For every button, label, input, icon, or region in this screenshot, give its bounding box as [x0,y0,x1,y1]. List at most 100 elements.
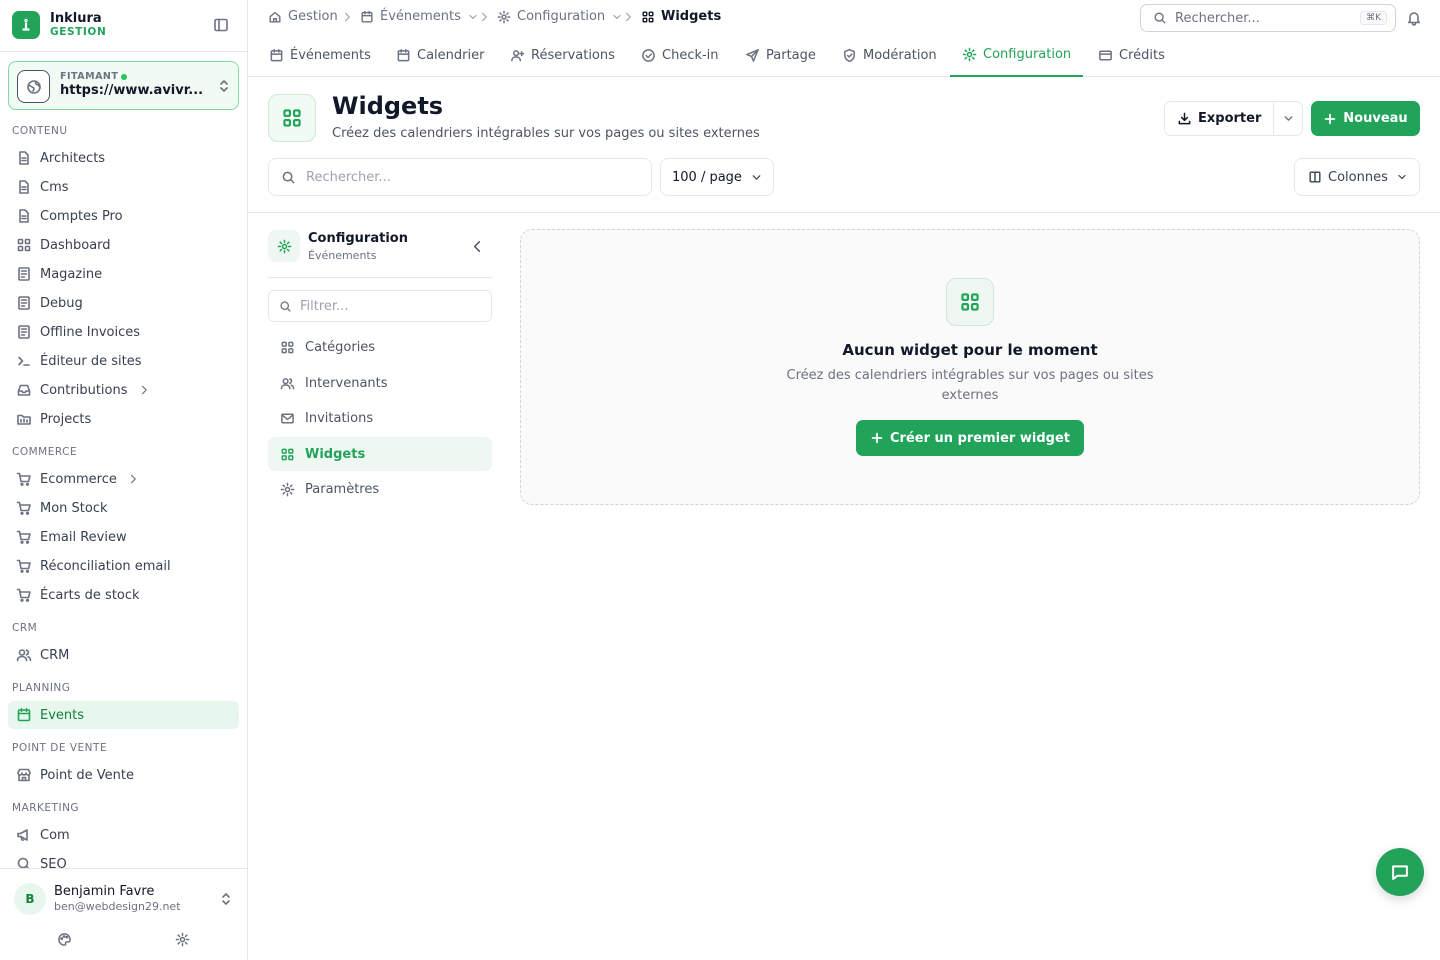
settings-icon [280,482,295,496]
plus-icon [1325,113,1336,124]
sidebar-item-offline-invoices[interactable]: Offline Invoices [8,318,239,346]
config-panel-title: Configuration [308,231,408,246]
chevron-left-icon[interactable] [470,239,485,254]
document-icon [19,209,29,223]
empty-state-title: Aucun widget pour le moment [842,341,1098,359]
create-first-widget-button[interactable]: Créer un premier widget [856,420,1084,456]
sidebar-item-events[interactable]: Events [8,701,239,729]
tab-configuration[interactable]: Configuration [950,34,1084,77]
config-item-parametres[interactable]: Paramètres [268,472,492,506]
user-menu[interactable]: B Benjamin Favre ben@webdesign29.net [0,868,247,960]
sidebar-item-cms[interactable]: Cms [8,173,239,201]
newspaper-icon [18,325,30,339]
tab-evenements[interactable]: Événements [257,34,383,77]
settings-icon [268,230,300,262]
avatar: B [14,883,46,915]
tab-partage[interactable]: Partage [733,34,828,77]
grid-icon [281,448,294,460]
newspaper-icon [18,296,30,310]
cart-icon [16,559,31,573]
new-button[interactable]: Nouveau [1311,101,1420,136]
bell-icon[interactable] [1406,10,1422,26]
config-item-widgets[interactable]: Widgets [268,437,492,471]
cart-icon [16,472,31,486]
breadcrumb-configuration[interactable]: Configuration [497,9,623,24]
chevron-right-icon [478,11,490,23]
search-icon [17,857,30,868]
sidebar-nav[interactable]: CONTENU Architects Cms Comptes Pro Dashb… [0,118,247,868]
cart-icon [16,530,31,544]
brand-logo-icon[interactable] [12,11,40,39]
sidebar-item-projects[interactable]: Projects [8,405,239,433]
export-button[interactable]: Exporter [1165,102,1275,135]
sidebar-item-dashboard[interactable]: Dashboard [8,231,239,259]
tab-calendrier[interactable]: Calendrier [384,34,496,77]
users-icon [16,649,32,662]
tab-credits[interactable]: Crédits [1086,34,1177,77]
config-item-invitations[interactable]: Invitations [268,401,492,435]
sidebar-item-debug[interactable]: Debug [8,289,239,317]
sidebar-item-point-de-vente[interactable]: Point de Vente [8,761,239,789]
breadcrumb-evenements[interactable]: Événements [360,9,479,24]
grid-icon [281,341,294,353]
calendar-icon [17,708,31,722]
global-search-input[interactable]: Rechercher... ⌘K [1140,4,1396,32]
cart-icon [16,501,31,515]
export-menu-button[interactable] [1274,112,1302,125]
user-name: Benjamin Favre [54,884,155,899]
search-icon [280,300,291,312]
site-label: FITAMANT [60,71,128,82]
sidebar-toggle-icon[interactable] [213,17,229,33]
users-icon [280,377,295,389]
sidebar-item-ecarts-de-stock[interactable]: Écarts de stock [8,581,239,609]
sidebar-item-crm[interactable]: CRM [8,641,239,669]
tab-check-in[interactable]: Check-in [629,34,731,77]
palette-icon[interactable] [57,932,72,947]
search-icon [1154,12,1166,24]
chevron-down-icon [1284,116,1293,121]
sidebar-item-seo[interactable]: SEO [8,850,239,868]
columns-button[interactable]: Colonnes [1294,158,1420,196]
config-item-intervenants[interactable]: Intervenants [268,366,492,400]
brand-header: Inklura GESTION [0,0,247,52]
tab-reservations[interactable]: Réservations [498,34,627,77]
sidebar-item-comptes-pro[interactable]: Comptes Pro [8,202,239,230]
breadcrumb-gestion[interactable]: Gestion [268,9,338,24]
config-filter-input[interactable]: Filtrer... [268,290,492,322]
config-item-categories[interactable]: Catégories [268,330,492,364]
divider [248,212,1440,213]
list-search-input[interactable]: Rechercher... [268,158,652,196]
chevron-down-icon [1398,174,1406,180]
sidebar-item-magazine[interactable]: Magazine [8,260,239,288]
sidebar-item-architects[interactable]: Architects [8,144,239,172]
tab-moderation[interactable]: Modération [830,34,949,77]
per-page-select[interactable]: 100 / page [660,158,774,196]
plus-icon [871,432,883,444]
sidebar-item-editeur-de-sites[interactable]: Éditeur de sites [8,347,239,375]
mail-icon [281,413,294,423]
site-switcher[interactable]: FITAMANT https://www.avivr... [8,61,239,110]
store-icon [17,768,31,782]
empty-state-description: Créez des calendriers intégrables sur vo… [786,368,1154,403]
grid-icon [268,94,316,142]
document-icon [19,180,29,194]
sidebar-item-reconciliation-email[interactable]: Réconciliation email [8,552,239,580]
sidebar-item-contributions[interactable]: Contributions [8,376,239,404]
sidebar-item-ecommerce[interactable]: Ecommerce [8,465,239,493]
send-icon [746,49,759,62]
cart-icon [16,588,31,602]
settings-icon[interactable] [175,932,190,947]
folder-icon [17,414,31,425]
globe-icon [17,70,50,103]
megaphone-icon [17,829,28,841]
calendar-icon [397,48,410,62]
sidebar: Inklura GESTION FITAMANT https://www.avi… [0,0,248,960]
status-dot [121,73,128,80]
chevron-up-down-icon [216,78,232,94]
sidebar-item-com[interactable]: Com [8,821,239,849]
chat-button[interactable] [1376,848,1424,896]
credit-card-icon [1099,50,1112,61]
sidebar-item-email-review[interactable]: Email Review [8,523,239,551]
chevron-right-icon [141,385,147,395]
sidebar-item-mon-stock[interactable]: Mon Stock [8,494,239,522]
